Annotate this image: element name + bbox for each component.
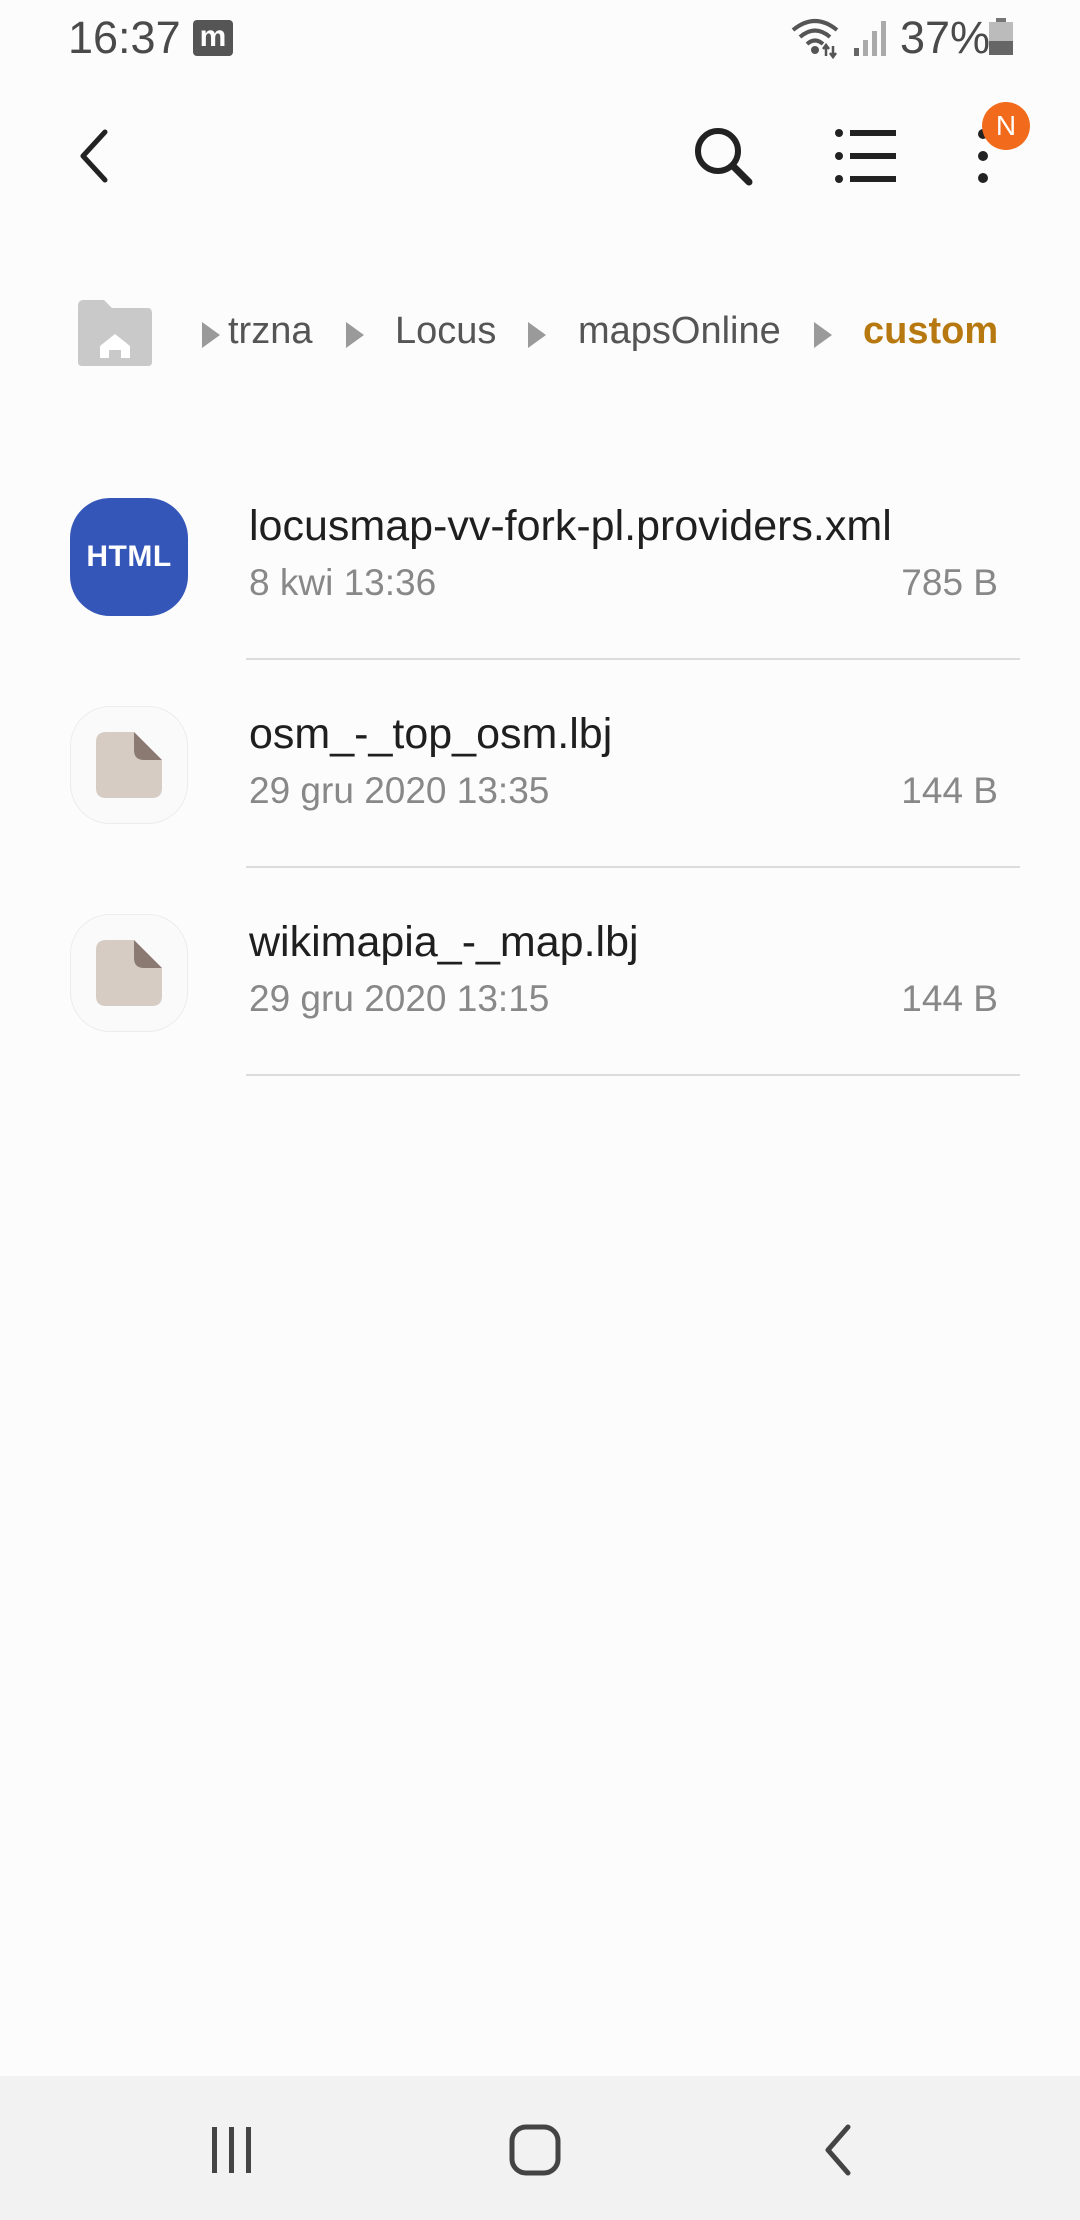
screen: 16:37 m 37% N trzna Locus mapsOnline cus… [0, 0, 1080, 2220]
back-nav-icon [825, 2124, 851, 2176]
generic-file-icon [70, 914, 188, 1032]
divider [246, 658, 1020, 660]
list-view-button[interactable] [826, 116, 906, 196]
file-row[interactable]: HTML locusmap-vv-fork-pl.providers.xml 8… [0, 470, 1080, 678]
status-bar: 16:37 m 37% [0, 0, 1080, 76]
home-button[interactable] [495, 2110, 575, 2190]
home-folder-icon [78, 300, 152, 366]
breadcrumb-item-locus[interactable]: Locus [395, 310, 496, 353]
file-name: locusmap-vv-fork-pl.providers.xml [249, 502, 892, 550]
file-size: 144 B [901, 770, 998, 811]
breadcrumb-current-custom[interactable]: custom [863, 310, 998, 353]
html-icon-label: HTML [86, 540, 172, 573]
status-time: 16:37 [68, 12, 181, 63]
divider [246, 1074, 1020, 1076]
file-size: 785 B [901, 562, 998, 603]
home-folder-button[interactable] [74, 296, 156, 370]
battery-percent: 37% [900, 12, 991, 63]
recents-button[interactable] [192, 2110, 272, 2190]
file-date: 8 kwi 13:36 [249, 562, 437, 603]
back-icon [80, 129, 108, 183]
battery-icon [989, 18, 1013, 55]
system-nav-bar [0, 2076, 1080, 2220]
html-file-icon: HTML [70, 498, 188, 616]
recents-icon [212, 2127, 251, 2173]
file-name: wikimapia_-_map.lbj [249, 918, 639, 966]
document-icon [96, 732, 162, 798]
file-name: osm_-_top_osm.lbj [249, 710, 613, 758]
search-icon [695, 128, 753, 186]
chevron-right-icon [202, 322, 220, 348]
file-row[interactable]: wikimapia_-_map.lbj 29 gru 2020 13:15 14… [0, 886, 1080, 1094]
breadcrumb-item-trzna[interactable]: trzna [228, 310, 312, 353]
m-notification-icon: m [193, 20, 233, 56]
breadcrumb: trzna Locus mapsOnline custom [0, 290, 1080, 380]
file-date: 29 gru 2020 13:35 [249, 770, 550, 811]
chevron-right-icon [814, 322, 832, 348]
back-nav-button[interactable] [798, 2110, 878, 2190]
divider [246, 866, 1020, 868]
file-size: 144 B [901, 978, 998, 1019]
signal-icon [854, 21, 886, 56]
notification-badge: N [982, 102, 1030, 150]
breadcrumb-item-mapsonline[interactable]: mapsOnline [578, 310, 781, 353]
generic-file-icon [70, 706, 188, 824]
wifi-icon [791, 19, 839, 60]
app-bar [0, 96, 1080, 216]
document-icon [96, 940, 162, 1006]
home-icon [509, 2124, 561, 2176]
list-icon [835, 129, 896, 183]
chevron-right-icon [528, 322, 546, 348]
back-button[interactable] [60, 116, 130, 196]
file-date: 29 gru 2020 13:15 [249, 978, 550, 1019]
chevron-right-icon [346, 322, 364, 348]
search-button[interactable] [683, 116, 763, 196]
file-row[interactable]: osm_-_top_osm.lbj 29 gru 2020 13:35 144 … [0, 678, 1080, 886]
